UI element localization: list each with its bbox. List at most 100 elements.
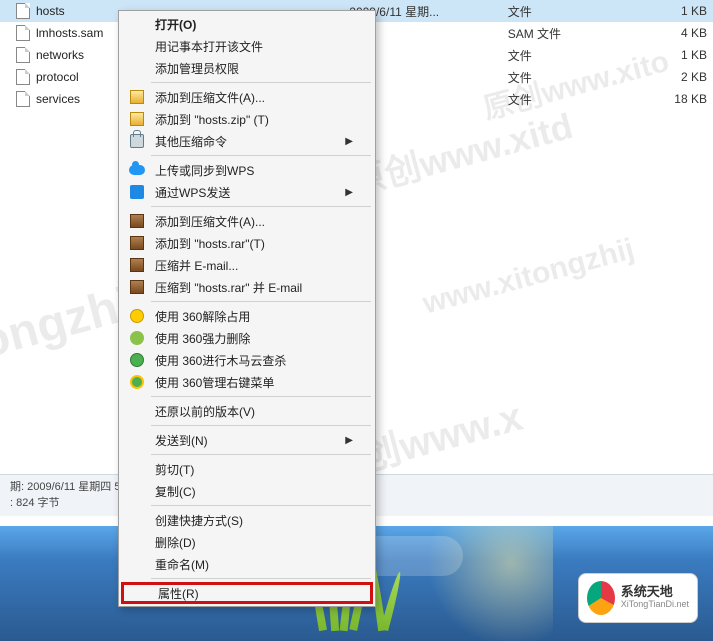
menu-separator — [151, 82, 371, 83]
blank-icon — [128, 584, 152, 602]
menu-label: 删除(D) — [155, 534, 353, 551]
file-size: 4 KB — [607, 22, 713, 44]
file-type: SAM 文件 — [502, 22, 608, 44]
menu-separator — [151, 301, 371, 302]
menu-item[interactable]: 剪切(T) — [121, 458, 373, 480]
logo-title: 系统天地 — [621, 586, 689, 598]
menu-item[interactable]: 压缩到 "hosts.rar" 并 E-mail — [121, 276, 373, 298]
menu-item[interactable]: 复制(C) — [121, 480, 373, 502]
watermark-logo: 系统天地 XiTongTianDi.net — [578, 573, 698, 623]
logo-subtitle: XiTongTianDi.net — [621, 598, 689, 610]
blank-icon — [125, 533, 149, 551]
blank-icon — [125, 460, 149, 478]
file-size: 2 KB — [607, 66, 713, 88]
menu-item[interactable]: 添加管理员权限 — [121, 57, 373, 79]
menu-item[interactable]: 通过WPS发送▶ — [121, 181, 373, 203]
menu-item[interactable]: 添加到 "hosts.zip" (T) — [121, 108, 373, 130]
rar-icon — [125, 278, 149, 296]
menu-item[interactable]: 其他压缩命令▶ — [121, 130, 373, 152]
menu-item[interactable]: 添加到 "hosts.rar"(T) — [121, 232, 373, 254]
file-icon — [16, 69, 30, 85]
menu-label: 压缩并 E-mail... — [155, 257, 353, 274]
chevron-right-icon: ▶ — [345, 435, 353, 446]
360c-icon — [125, 351, 149, 369]
menu-label: 还原以前的版本(V) — [155, 403, 353, 420]
menu-label: 添加到 "hosts.zip" (T) — [155, 111, 353, 128]
menu-item[interactable]: 添加到压缩文件(A)... — [121, 210, 373, 232]
menu-label: 使用 360进行木马云查杀 — [155, 352, 353, 369]
menu-separator — [151, 505, 371, 506]
menu-label: 通过WPS发送 — [155, 184, 345, 201]
rar-icon — [125, 234, 149, 252]
menu-separator — [151, 454, 371, 455]
menu-label: 重命名(M) — [155, 556, 353, 573]
menu-separator — [151, 155, 371, 156]
menu-separator — [151, 396, 371, 397]
menu-label: 打开(O) — [155, 16, 353, 33]
menu-item[interactable]: 重命名(M) — [121, 553, 373, 575]
menu-label: 添加管理员权限 — [155, 60, 353, 77]
menu-label: 用记事本打开该文件 — [155, 38, 353, 55]
menu-separator — [151, 578, 371, 579]
file-name: services — [36, 92, 80, 106]
file-type: 文件 — [502, 0, 608, 22]
watermark: www.xitongzhij — [419, 232, 638, 321]
file-name: hosts — [36, 4, 65, 18]
360d-icon — [125, 373, 149, 391]
file-name: lmhosts.sam — [36, 26, 103, 40]
menu-label: 使用 360解除占用 — [155, 308, 353, 325]
menu-label: 其他压缩命令 — [155, 133, 345, 150]
chevron-right-icon: ▶ — [345, 187, 353, 198]
menu-item[interactable]: 打开(O) — [121, 13, 373, 35]
blank-icon — [125, 482, 149, 500]
menu-item[interactable]: 用记事本打开该文件 — [121, 35, 373, 57]
file-type: 文件 — [502, 44, 608, 66]
blank-icon — [125, 555, 149, 573]
menu-item[interactable]: 使用 360解除占用 — [121, 305, 373, 327]
blank-icon — [125, 37, 149, 55]
menu-item[interactable]: 还原以前的版本(V) — [121, 400, 373, 422]
menu-item[interactable]: 使用 360进行木马云查杀 — [121, 349, 373, 371]
menu-item[interactable]: 发送到(N)▶ — [121, 429, 373, 451]
menu-label: 使用 360管理右键菜单 — [155, 374, 353, 391]
rar-icon — [125, 256, 149, 274]
menu-label: 创建快捷方式(S) — [155, 512, 353, 529]
menu-item[interactable]: 删除(D) — [121, 531, 373, 553]
menu-item[interactable]: 上传或同步到WPS — [121, 159, 373, 181]
menu-separator — [151, 206, 371, 207]
logo-icon — [587, 581, 615, 615]
lock-icon — [125, 132, 149, 150]
menu-item[interactable]: 创建快捷方式(S) — [121, 509, 373, 531]
cloud-icon — [125, 161, 149, 179]
file-size: 1 KB — [607, 0, 713, 22]
blank-icon — [125, 511, 149, 529]
360b-icon — [125, 329, 149, 347]
file-type: 文件 — [502, 88, 608, 110]
wps-icon — [125, 183, 149, 201]
menu-label: 剪切(T) — [155, 461, 353, 478]
menu-item[interactable]: 属性(R) — [121, 582, 373, 604]
menu-label: 添加到 "hosts.rar"(T) — [155, 235, 353, 252]
file-icon — [16, 47, 30, 63]
360a-icon — [125, 307, 149, 325]
file-type: 文件 — [502, 66, 608, 88]
menu-label: 发送到(N) — [155, 432, 345, 449]
blank-icon — [125, 15, 149, 33]
file-name: networks — [36, 48, 84, 62]
menu-label: 属性(R) — [158, 585, 350, 602]
blank-icon — [125, 59, 149, 77]
chevron-right-icon: ▶ — [345, 136, 353, 147]
menu-item[interactable]: 使用 360管理右键菜单 — [121, 371, 373, 393]
menu-label: 上传或同步到WPS — [155, 162, 353, 179]
file-icon — [16, 91, 30, 107]
context-menu: 打开(O)用记事本打开该文件添加管理员权限添加到压缩文件(A)...添加到 "h… — [118, 10, 376, 607]
menu-item[interactable]: 使用 360强力删除 — [121, 327, 373, 349]
menu-item[interactable]: 压缩并 E-mail... — [121, 254, 373, 276]
file-size: 18 KB — [607, 88, 713, 110]
menu-item[interactable]: 添加到压缩文件(A)... — [121, 86, 373, 108]
file-icon — [16, 25, 30, 41]
rar-icon — [125, 212, 149, 230]
menu-separator — [151, 425, 371, 426]
file-name: protocol — [36, 70, 79, 84]
menu-label: 添加到压缩文件(A)... — [155, 89, 353, 106]
